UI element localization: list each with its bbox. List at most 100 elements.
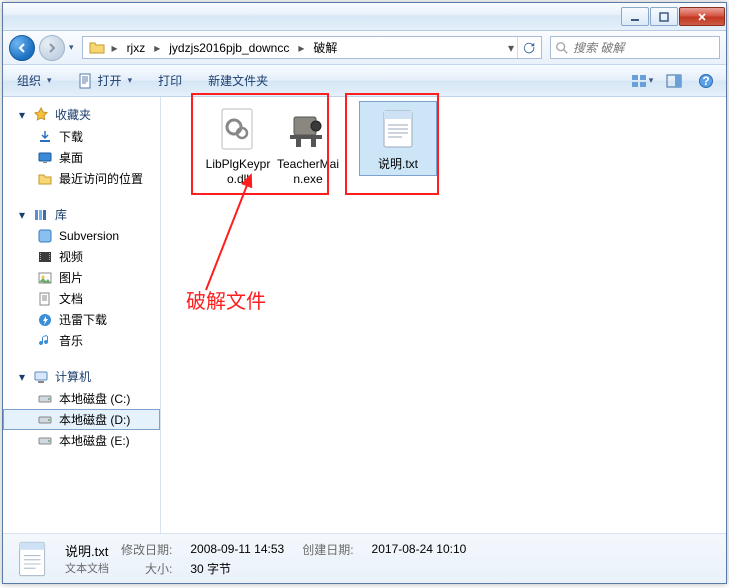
view-mode-button[interactable] — [630, 70, 654, 92]
svn-icon — [37, 228, 53, 244]
computer-header[interactable]: ▾ 计算机 — [3, 365, 160, 388]
sidebar-item-drive-c[interactable]: 本地磁盘 (C:) — [3, 388, 160, 409]
chevron-right-icon[interactable]: ▸ — [151, 41, 163, 55]
close-button[interactable] — [679, 7, 725, 26]
organize-button[interactable]: 组织 — [11, 69, 58, 92]
page-icon — [78, 73, 94, 89]
recent-icon — [37, 171, 53, 187]
chevron-right-icon[interactable]: ▸ — [295, 41, 307, 55]
sidebar-group-libraries: ▾ 库 Subversion 视频 图片 文档 迅雷下载 音乐 — [3, 203, 160, 351]
txt-icon — [374, 105, 422, 153]
back-button[interactable] — [9, 35, 35, 61]
libraries-header[interactable]: ▾ 库 — [3, 203, 160, 226]
music-icon — [37, 333, 53, 349]
newfolder-button[interactable]: 新建文件夹 — [202, 69, 274, 92]
txt-icon — [13, 539, 53, 579]
sidebar-group-computer: ▾ 计算机 本地磁盘 (C:) 本地磁盘 (D:) 本地磁盘 (E:) — [3, 365, 160, 451]
forward-button[interactable] — [39, 35, 65, 61]
sidebar-item-thunder[interactable]: 迅雷下载 — [3, 309, 160, 330]
collapse-icon: ▾ — [17, 208, 27, 222]
breadcrumb-seg3[interactable]: 破解 — [307, 37, 343, 58]
drive-icon — [37, 391, 53, 407]
sidebar-item-downloads[interactable]: 下载 — [3, 126, 160, 147]
sidebar-item-label: 最近访问的位置 — [59, 170, 143, 187]
breadcrumb-seg2[interactable]: jydzjs2016pjb_downcc — [163, 37, 295, 58]
libraries-label: 库 — [55, 206, 67, 223]
collapse-icon: ▾ — [17, 370, 27, 384]
address-bar[interactable]: ▸ rjxz ▸ jydzjs2016pjb_downcc ▸ 破解 ▾ — [82, 36, 542, 59]
status-sizeval: 30 字节 — [190, 560, 284, 577]
exe-icon — [284, 105, 332, 153]
sidebar-item-label: 视频 — [59, 248, 83, 265]
breadcrumb-seg1[interactable]: rjxz — [121, 37, 152, 58]
search-icon — [555, 41, 569, 55]
status-createlabel: 创建日期: — [302, 541, 353, 558]
picture-icon — [37, 270, 53, 286]
sidebar-item-label: Subversion — [59, 229, 119, 243]
sidebar-item-label: 本地磁盘 (E:) — [59, 432, 130, 449]
file-label: 说明.txt — [363, 157, 433, 172]
file-item-txt[interactable]: 说明.txt — [359, 101, 437, 176]
sidebar: ▾ 收藏夹 下载 桌面 最近访问的位置 — [3, 97, 161, 533]
sidebar-item-pictures[interactable]: 图片 — [3, 267, 160, 288]
sidebar-item-videos[interactable]: 视频 — [3, 246, 160, 267]
chevron-right-icon[interactable]: ▸ — [109, 41, 121, 55]
help-button[interactable]: ? — [694, 70, 718, 92]
open-button[interactable]: 打开 — [72, 69, 139, 92]
preview-pane-button[interactable] — [662, 70, 686, 92]
status-filename: 说明.txt — [65, 541, 109, 560]
history-dropdown-icon[interactable]: ▾ — [69, 42, 74, 53]
explorer-window: ▾ ▸ rjxz ▸ jydzjs2016pjb_downcc ▸ 破解 ▾ 搜… — [2, 2, 727, 584]
print-button[interactable]: 打印 — [152, 69, 188, 92]
video-icon — [37, 249, 53, 265]
file-item-dll[interactable]: LibPlgKeypro.dll — [199, 101, 277, 191]
thunder-icon — [37, 312, 53, 328]
dll-icon — [214, 105, 262, 153]
status-sizelabel: 大小: — [121, 560, 172, 577]
sidebar-item-svn[interactable]: Subversion — [3, 226, 160, 246]
refresh-button[interactable] — [517, 37, 539, 58]
drive-icon — [37, 412, 53, 428]
sidebar-item-label: 音乐 — [59, 332, 83, 349]
sidebar-group-favorites: ▾ 收藏夹 下载 桌面 最近访问的位置 — [3, 103, 160, 189]
sidebar-item-desktop[interactable]: 桌面 — [3, 147, 160, 168]
sidebar-item-label: 迅雷下载 — [59, 311, 107, 328]
address-dropdown-icon[interactable]: ▾ — [505, 41, 517, 55]
library-icon — [33, 207, 49, 223]
nav-row: ▾ ▸ rjxz ▸ jydzjs2016pjb_downcc ▸ 破解 ▾ 搜… — [3, 31, 726, 65]
sidebar-item-documents[interactable]: 文档 — [3, 288, 160, 309]
computer-label: 计算机 — [55, 368, 91, 385]
minimize-button[interactable] — [621, 7, 649, 26]
download-icon — [37, 129, 53, 145]
favorites-label: 收藏夹 — [55, 106, 91, 123]
file-label: TeacherMain.exe — [273, 157, 343, 187]
sidebar-item-label: 文档 — [59, 290, 83, 307]
sidebar-item-music[interactable]: 音乐 — [3, 330, 160, 351]
sidebar-item-label: 桌面 — [59, 149, 83, 166]
status-modlabel: 修改日期: — [121, 541, 172, 558]
search-input[interactable]: 搜索 破解 — [550, 36, 720, 59]
file-label: LibPlgKeypro.dll — [203, 157, 273, 187]
status-modval: 2008-09-11 14:53 — [190, 542, 284, 556]
body: ▾ 收藏夹 下载 桌面 最近访问的位置 — [3, 97, 726, 533]
file-item-exe[interactable]: TeacherMain.exe — [269, 101, 347, 191]
sidebar-item-label: 本地磁盘 (C:) — [59, 390, 130, 407]
document-icon — [37, 291, 53, 307]
sidebar-item-drive-d[interactable]: 本地磁盘 (D:) — [3, 409, 160, 430]
favorites-header[interactable]: ▾ 收藏夹 — [3, 103, 160, 126]
annotation-text: 破解文件 — [186, 285, 266, 314]
collapse-icon: ▾ — [17, 108, 27, 122]
desktop-icon — [37, 150, 53, 166]
sidebar-item-recent[interactable]: 最近访问的位置 — [3, 168, 160, 189]
toolbar: 组织 打开 打印 新建文件夹 ? — [3, 65, 726, 97]
file-pane[interactable]: LibPlgKeypro.dll TeacherMain.exe 说明.txt — [161, 97, 726, 533]
sidebar-item-drive-e[interactable]: 本地磁盘 (E:) — [3, 430, 160, 451]
sidebar-item-label: 下载 — [59, 128, 83, 145]
details-pane: 说明.txt 文本文档 修改日期: 2008-09-11 14:53 创建日期:… — [3, 533, 726, 583]
svg-text:?: ? — [702, 74, 709, 88]
sidebar-item-label: 本地磁盘 (D:) — [59, 411, 130, 428]
maximize-button[interactable] — [650, 7, 678, 26]
sidebar-item-label: 图片 — [59, 269, 83, 286]
drive-icon — [37, 433, 53, 449]
computer-icon — [33, 369, 49, 385]
